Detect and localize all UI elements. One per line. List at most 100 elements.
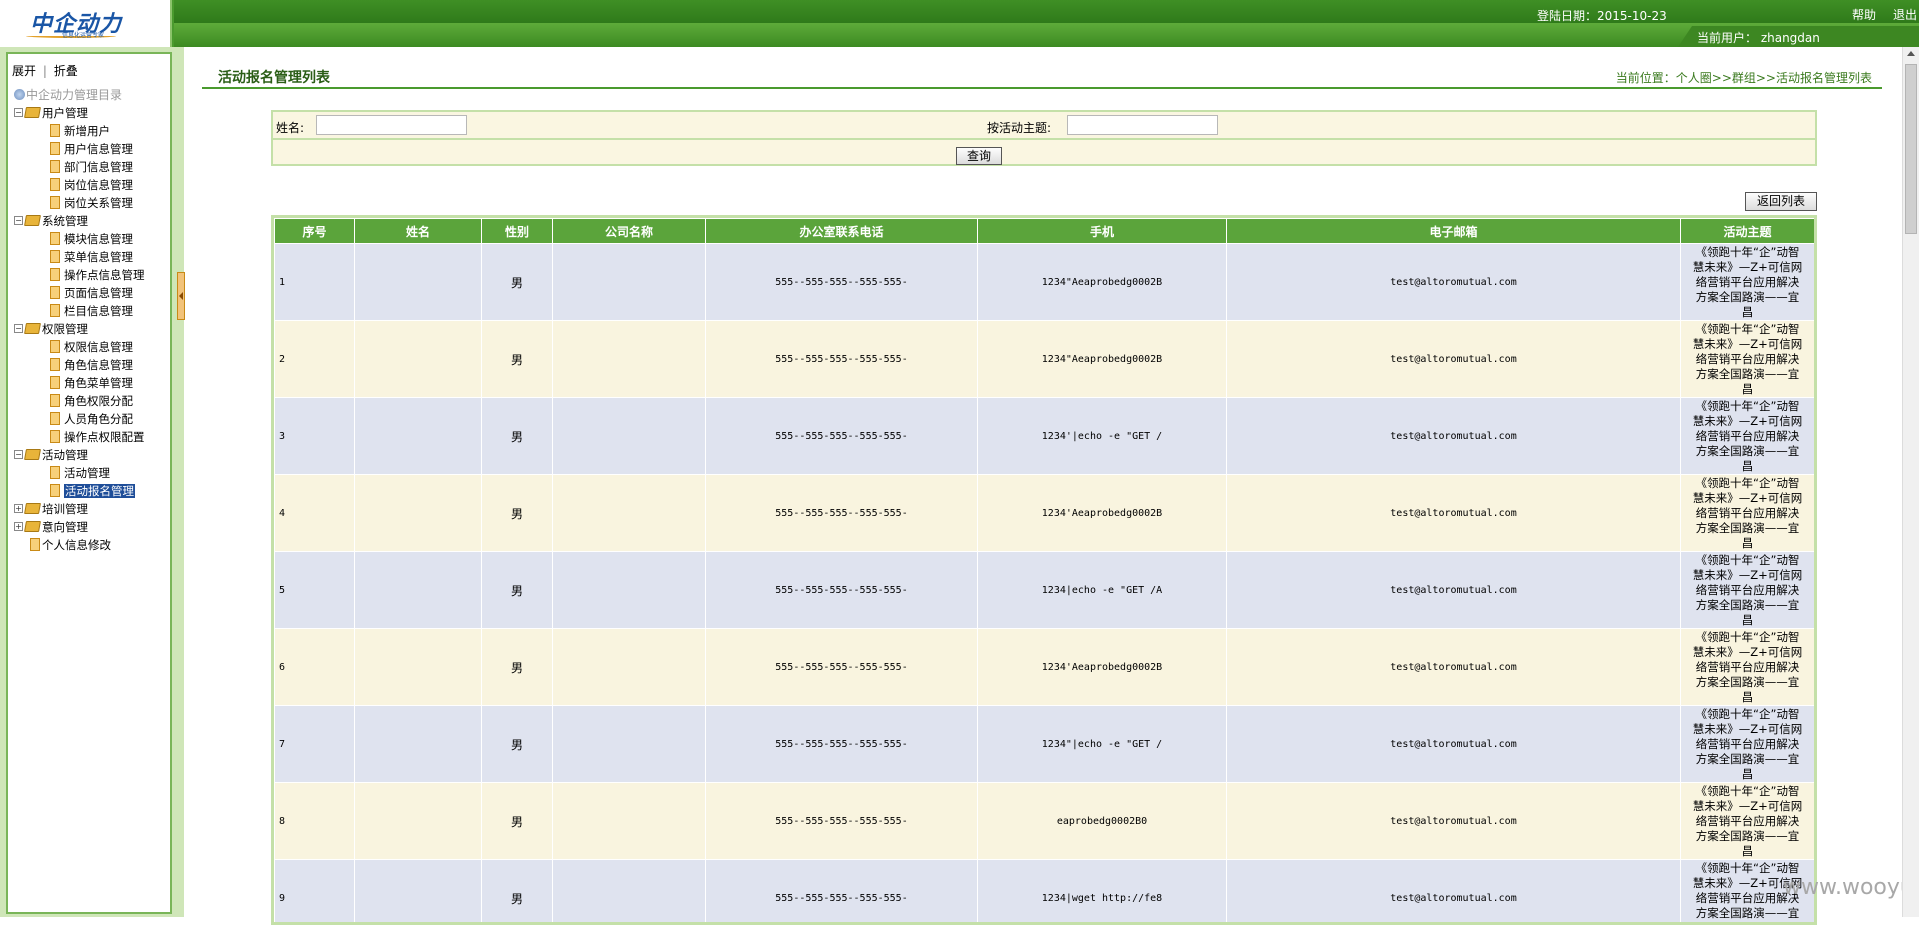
- expand-toggle-icon[interactable]: +: [14, 522, 23, 531]
- tree-item[interactable]: 岗位信息管理: [12, 176, 172, 194]
- collapse-toggle-icon[interactable]: −: [14, 108, 23, 117]
- table-row[interactable]: 3男555--555-555--555-555-1234'|echo -e "G…: [275, 398, 1815, 475]
- tree-item[interactable]: 页面信息管理: [12, 284, 172, 302]
- tree-item-personal-info[interactable]: 个人信息修改: [12, 536, 172, 554]
- folder-icon: [24, 323, 41, 334]
- exit-link[interactable]: 退出: [1893, 6, 1917, 23]
- menu-tree: 中企动力管理目录 −用户管理新增用户用户信息管理部门信息管理岗位信息管理岗位关系…: [12, 86, 172, 554]
- table-row[interactable]: 5男555--555-555--555-555-1234|echo -e "GE…: [275, 552, 1815, 629]
- cell-gender: 男: [482, 706, 553, 783]
- column-header[interactable]: 姓名: [355, 219, 482, 244]
- name-label: 姓名:: [276, 119, 304, 136]
- cell-name: [355, 860, 482, 925]
- tree-group-intent[interactable]: +意向管理: [12, 518, 172, 536]
- tree-group-training[interactable]: + 培训管理: [12, 500, 172, 518]
- collapse-toggle-icon[interactable]: −: [14, 450, 23, 459]
- sidebar-frame: 展开 | 折叠 中企动力管理目录 −用户管理新增用户用户信息管理部门信息管理岗位…: [0, 47, 178, 917]
- cell-mobile: 1234'Aeaprobedg0002B: [978, 475, 1227, 552]
- current-user: 当前用户： zhangdan: [1697, 29, 1820, 46]
- cell-mobile: 1234'Aeaprobedg0002B: [978, 629, 1227, 706]
- column-header[interactable]: 性别: [482, 219, 553, 244]
- column-header[interactable]: 活动主题: [1681, 219, 1815, 244]
- table-row[interactable]: 1男555--555-555--555-555-1234"Aeaprobedg0…: [275, 244, 1815, 321]
- tree-item[interactable]: 操作点信息管理: [12, 266, 172, 284]
- page-icon: [50, 376, 60, 389]
- tree-item[interactable]: 新增用户: [12, 122, 172, 140]
- scroll-thumb[interactable]: [1905, 64, 1917, 234]
- tree-group-label: 培训管理: [42, 502, 88, 516]
- top-header: 中企动力 信息化运营专家 登陆日期：2015-10-23 帮助 退出 当前用户：…: [0, 0, 1919, 47]
- tree-item[interactable]: 权限信息管理: [12, 338, 172, 356]
- tree-item[interactable]: 栏目信息管理: [12, 302, 172, 320]
- expand-all-link[interactable]: 展开: [12, 64, 36, 78]
- splitter[interactable]: [178, 47, 184, 917]
- tree-item[interactable]: 活动报名管理: [12, 482, 172, 500]
- table-row[interactable]: 8男555--555-555--555-555-eaprobedg0002B0t…: [275, 783, 1815, 860]
- folder-icon: [24, 521, 41, 532]
- tree-item-label: 个人信息修改: [42, 538, 111, 552]
- column-header[interactable]: 序号: [275, 219, 355, 244]
- table-row[interactable]: 4男555--555-555--555-555-1234'Aeaprobedg0…: [275, 475, 1815, 552]
- topic-label: 按活动主题:: [987, 119, 1051, 136]
- tree-item-label: 角色权限分配: [64, 394, 133, 408]
- cell-mobile: 1234"|echo -e "GET /: [978, 706, 1227, 783]
- tree-item[interactable]: 岗位关系管理: [12, 194, 172, 212]
- tree-item[interactable]: 模块信息管理: [12, 230, 172, 248]
- tree-item[interactable]: 活动管理: [12, 464, 172, 482]
- tree-group-perm[interactable]: −权限管理: [12, 320, 172, 338]
- header-band-lower: [174, 23, 1919, 47]
- cell-name: [355, 475, 482, 552]
- table-row[interactable]: 6男555--555-555--555-555-1234'Aeaprobedg0…: [275, 629, 1815, 706]
- collapse-toggle-icon[interactable]: −: [14, 216, 23, 225]
- tree-item[interactable]: 人员角色分配: [12, 410, 172, 428]
- scroll-up-icon[interactable]: [1907, 51, 1915, 56]
- tree-item-label: 活动管理: [64, 466, 110, 480]
- back-to-list-button[interactable]: 返回列表: [1745, 192, 1817, 211]
- tree-item-label: 活动报名管理: [64, 484, 135, 498]
- query-button[interactable]: 查询: [956, 147, 1002, 165]
- vertical-scrollbar[interactable]: [1902, 47, 1919, 917]
- name-input[interactable]: [316, 115, 467, 135]
- page-icon: [50, 304, 60, 317]
- table-row[interactable]: 7男555--555-555--555-555-1234"|echo -e "G…: [275, 706, 1815, 783]
- watermark: www.wooyun.org: [1783, 875, 1919, 900]
- table-row[interactable]: 2男555--555-555--555-555-1234"Aeaprobedg0…: [275, 321, 1815, 398]
- collapse-toggle-icon[interactable]: −: [14, 324, 23, 333]
- tree-item-label: 岗位信息管理: [64, 178, 133, 192]
- tree-item-label: 角色菜单管理: [64, 376, 133, 390]
- cell-name: [355, 629, 482, 706]
- collapse-all-link[interactable]: 折叠: [54, 64, 78, 78]
- page-icon: [50, 232, 60, 245]
- page-title: 活动报名管理列表: [218, 67, 330, 87]
- column-header[interactable]: 办公室联系电话: [706, 219, 978, 244]
- tree-item[interactable]: 菜单信息管理: [12, 248, 172, 266]
- column-header[interactable]: 手机: [978, 219, 1227, 244]
- column-header[interactable]: 公司名称: [553, 219, 706, 244]
- tree-item[interactable]: 角色权限分配: [12, 392, 172, 410]
- cell-email: test@altoromutual.com: [1227, 706, 1681, 783]
- tree-root[interactable]: 中企动力管理目录: [12, 86, 172, 104]
- cell-email: test@altoromutual.com: [1227, 860, 1681, 925]
- cell-seq: 1: [275, 244, 355, 321]
- cell-company: [553, 783, 706, 860]
- table-row[interactable]: 9男555--555-555--555-555-1234|wget http:/…: [275, 860, 1815, 925]
- tree-item[interactable]: 角色信息管理: [12, 356, 172, 374]
- tree-item[interactable]: 部门信息管理: [12, 158, 172, 176]
- logo: 中企动力 信息化运营专家: [0, 0, 172, 47]
- page-icon: [50, 358, 60, 371]
- help-link[interactable]: 帮助: [1852, 6, 1876, 23]
- expand-toggle-icon[interactable]: +: [14, 504, 23, 513]
- login-date: 登陆日期：2015-10-23: [1537, 7, 1667, 24]
- tree-group-user[interactable]: −用户管理: [12, 104, 172, 122]
- tree-item[interactable]: 角色菜单管理: [12, 374, 172, 392]
- title-divider: [202, 87, 1882, 89]
- tree-item[interactable]: 用户信息管理: [12, 140, 172, 158]
- tree-item-label: 操作点信息管理: [64, 268, 145, 282]
- topic-input[interactable]: [1067, 115, 1218, 135]
- tree-group-system[interactable]: −系统管理: [12, 212, 172, 230]
- cell-company: [553, 629, 706, 706]
- cell-email: test@altoromutual.com: [1227, 475, 1681, 552]
- column-header[interactable]: 电子邮箱: [1227, 219, 1681, 244]
- tree-item[interactable]: 操作点权限配置: [12, 428, 172, 446]
- tree-group-activity[interactable]: −活动管理: [12, 446, 172, 464]
